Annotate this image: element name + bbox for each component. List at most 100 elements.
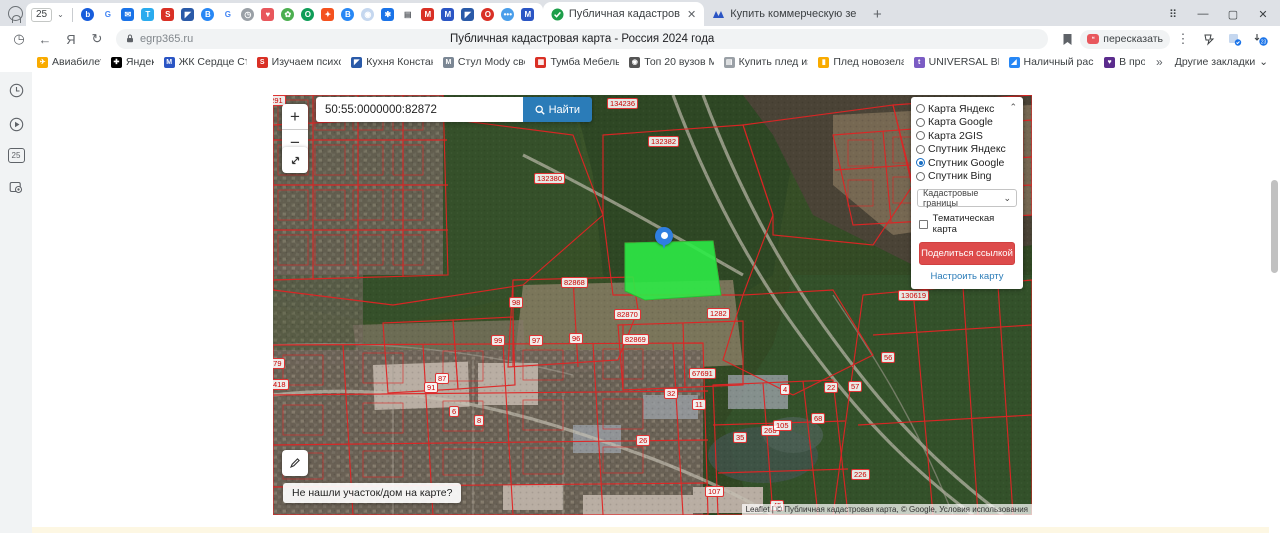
basemap-option[interactable]: Спутник Google [911,156,1023,170]
window-extra-icon[interactable]: ⠿ [1158,2,1188,26]
back-button[interactable]: ← [32,27,58,51]
selected-parcel-marker[interactable] [655,227,673,251]
tabs-count-icon[interactable]: 25 [7,148,25,163]
yandex-icon[interactable]: Я [58,27,84,51]
tab-public-cadastral-map[interactable]: Публичная кадастров ✕ [542,2,705,26]
cadastral-map[interactable]: 1342361291132382132380828688287082869128… [273,95,1032,515]
other-bookmarks-button[interactable]: Другие закладки ⌄ [1169,56,1274,68]
radio-button[interactable] [916,158,925,168]
ozon-icon[interactable]: O [298,3,318,26]
minimize-button[interactable]: — [1188,2,1218,26]
history-icon[interactable]: ◷ [6,27,32,51]
new-tab-button[interactable]: + [864,3,890,26]
opera-icon[interactable]: O [478,3,498,26]
spr-icon[interactable]: S [158,3,178,26]
measure-tool-button[interactable] [282,450,308,476]
not-found-prompt[interactable]: Не нашли участок/дом на карте? [283,483,462,503]
zoom-in-button[interactable]: + [282,104,308,130]
map-attribution[interactable]: Leaflet | © Публичная кадастровая карта,… [741,504,1032,515]
bookmark-item[interactable]: ◢Наличный расчет [1004,53,1100,71]
scrollbar-thumb[interactable] [1271,180,1278,273]
doc-icon[interactable]: ▤ [398,3,418,26]
share-link-button[interactable]: Поделиться ссылкой [919,242,1015,265]
basemap-option[interactable]: Спутник Bing [911,170,1023,184]
basemap-option-label: Карта 2GIS [928,129,983,142]
search-button[interactable]: Найти [522,97,592,122]
radio-button[interactable] [916,104,925,114]
search-input[interactable] [316,97,523,122]
telegram-icon[interactable]: T [138,3,158,26]
bookmark-item[interactable]: ▮Плед новозеланд [813,53,908,71]
bitwarden-icon[interactable]: b [78,3,98,26]
bookmark-item[interactable]: tUNIVERSAL BRO [909,53,1004,71]
rewrite-button[interactable]: ❝ пересказать [1080,29,1170,49]
profile-button[interactable] [4,2,26,24]
shield-icon-glyph: ♥ [261,8,275,21]
bookmark-star-icon[interactable] [1054,27,1080,51]
fullscreen-button[interactable] [282,147,308,173]
maximize-button[interactable]: ▢ [1218,2,1248,26]
bookmark-item[interactable]: MЖК Сердце Стол [159,53,252,71]
footer-band [32,527,1269,533]
clock-icon[interactable]: ◷ [238,3,258,26]
thematic-map-checkbox-row[interactable]: Тематическая карта [919,213,1017,235]
thematic-map-checkbox[interactable] [919,219,928,229]
bookmark-item[interactable]: ✈ Авиабилеты [32,53,106,71]
slack-icon[interactable]: ✿ [278,3,298,26]
chevron-down-icon[interactable]: ⌄ [54,10,67,19]
bookmark-item[interactable]: ▤Купить плед из ш [719,53,814,71]
cian-icon[interactable]: ◤ [178,3,198,26]
address-bar[interactable]: egrp365.ru Публичная кадастровая карта -… [116,29,1049,49]
screenshot-icon[interactable] [6,177,26,197]
downloads-icon[interactable]: 23 [1248,27,1274,51]
close-window-button[interactable]: ✕ [1248,2,1278,26]
blue-icon[interactable]: ••• [498,3,518,26]
bookmark-item[interactable]: ◤Кухня Константи [346,53,438,71]
asterisk-icon[interactable]: ✦ [318,3,338,26]
vertical-scrollbar[interactable] [1269,72,1280,533]
extensions-icon[interactable] [1196,27,1222,51]
gray-icon[interactable]: ◉ [358,3,378,26]
radio-button[interactable] [916,131,925,141]
cadastral-search[interactable]: Найти [316,97,592,122]
tab-buy-commercial-land[interactable]: Купить коммерческую зе [704,2,864,26]
profile-sync-icon[interactable] [1222,27,1248,51]
google2-icon[interactable]: G [218,3,238,26]
radio-button[interactable] [916,117,925,127]
basemap-option[interactable]: Карта 2GIS [911,129,1023,143]
reload-button[interactable]: ↻ [84,27,110,51]
cian2-icon[interactable]: ◤ [458,3,478,26]
bookmark-item[interactable]: ♥В прод [1099,53,1150,71]
play-icon[interactable] [6,114,26,134]
collapse-icon[interactable]: ⌃ [1009,102,1017,113]
layers-panel[interactable]: ⌃ Карта Яндекс Карта Google Карта 2GIS Спут… [911,97,1023,289]
bookmarks-overflow-button[interactable]: » [1150,55,1169,69]
radio-button[interactable] [916,171,925,181]
basemap-option[interactable]: Карта Яндекс [911,102,1023,116]
basemap-option[interactable]: Карта Google [911,116,1023,130]
shield-icon[interactable]: ♥ [258,3,278,26]
bookmark-item[interactable]: ◉Топ 20 вузов Мос [624,53,718,71]
vk2-icon[interactable]: B [338,3,358,26]
bookmark-item[interactable]: SИзучаем психоло [252,53,347,71]
tab-group[interactable]: 25 ⌄ b G ✉ T S ◤ B G ◷ ♥ ✿ O ✦ B ◉ ✱ ▤ M M ◤ O ••• M [26,3,543,26]
avito-icon[interactable]: M [418,3,438,26]
cadastral-layer-select[interactable]: Кадастровые границы ⌄ [917,188,1017,208]
bookmark-item[interactable]: ✚Яндекс [106,53,159,71]
history-icon[interactable] [6,80,26,100]
close-icon[interactable]: ✕ [687,8,696,21]
vk-icon[interactable]: B [198,3,218,26]
bookmark-item[interactable]: MСтул Mody светл [438,53,531,71]
parcel-number-label: 11 [692,399,706,410]
m2-icon[interactable]: M [438,3,458,26]
configure-map-link[interactable]: Настроить карту [911,271,1023,282]
basemap-option[interactable]: Спутник Яндекс [911,143,1023,157]
radio-button[interactable] [916,144,925,154]
bookmark-item[interactable]: ▦Тумба Мебельны [530,53,624,71]
page-menu-icon[interactable]: ⋮ [1170,27,1196,51]
m3-icon[interactable]: M [518,3,538,26]
settings-icon[interactable]: ✱ [378,3,398,26]
mail-icon[interactable]: ✉ [118,3,138,26]
google-icon[interactable]: G [98,3,118,26]
clock-icon-glyph: ◷ [241,8,255,21]
